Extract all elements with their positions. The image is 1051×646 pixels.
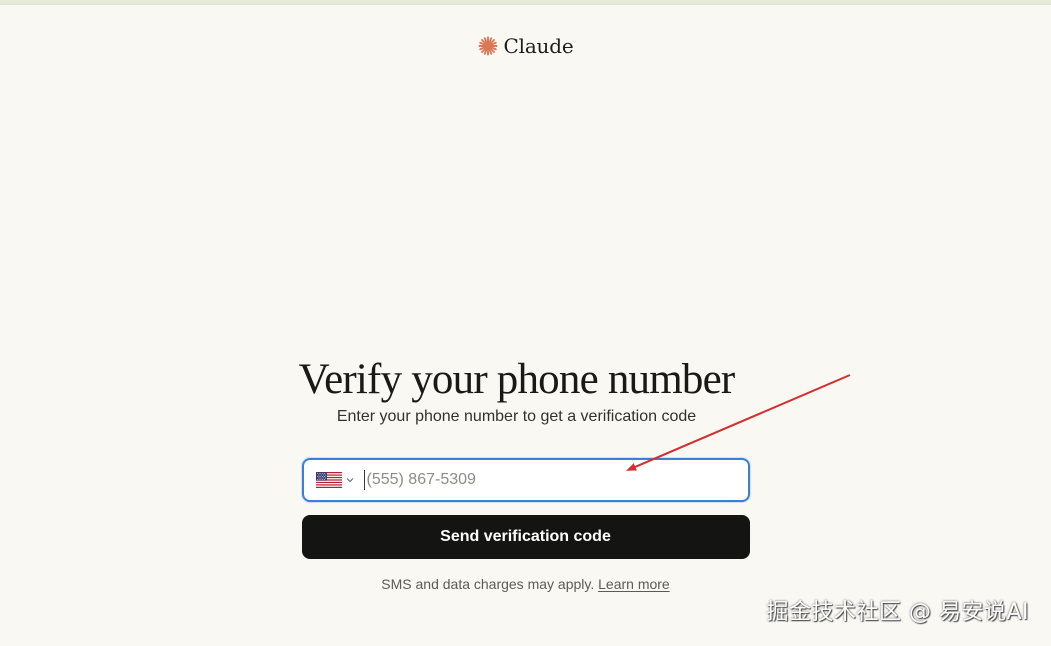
brand-logo[interactable]: Claude <box>478 34 574 58</box>
watermark: 掘金技术社区 @ 易安说AI <box>766 600 1029 625</box>
sms-disclaimer: SMS and data charges may apply. Learn mo… <box>381 576 669 592</box>
disclaimer-text: SMS and data charges may apply. <box>381 576 599 592</box>
phone-number-input[interactable] <box>363 470 748 490</box>
us-flag-icon <box>315 472 342 488</box>
phone-field[interactable] <box>301 458 750 502</box>
page-header: Claude <box>0 34 1051 58</box>
claude-spark-icon <box>478 36 497 56</box>
country-code-select[interactable] <box>315 460 354 500</box>
page-subtitle: Enter your phone number to get a verific… <box>336 408 697 425</box>
brand-name: Claude <box>503 34 574 58</box>
verify-phone-form: Verify your phone number Enter your phon… <box>0 355 1051 592</box>
top-border <box>0 0 1051 5</box>
chevron-down-icon <box>346 478 353 483</box>
learn-more-link[interactable]: Learn more <box>598 576 670 592</box>
page-title: Verify your phone number <box>298 356 736 403</box>
send-verification-code-button[interactable]: Send verification code <box>301 515 750 559</box>
